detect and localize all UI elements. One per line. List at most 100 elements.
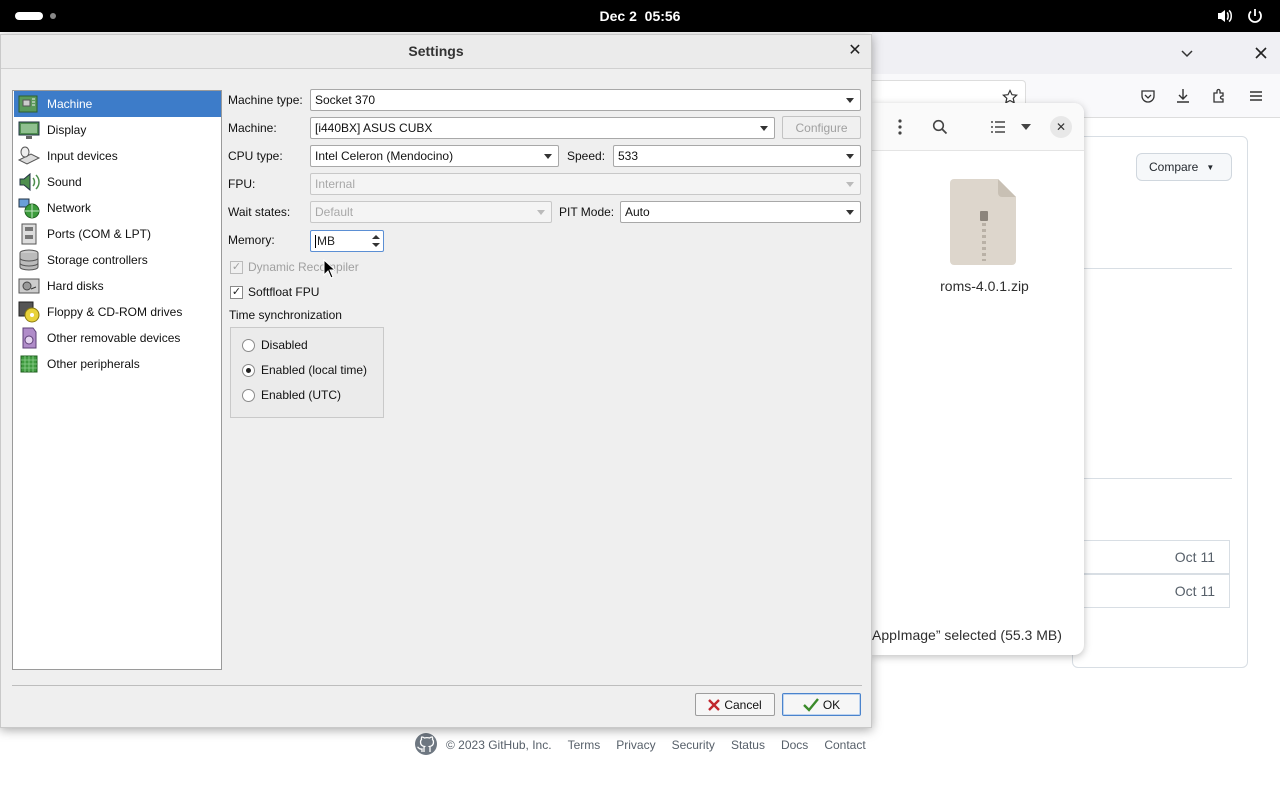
downloads-icon[interactable] — [1173, 86, 1193, 106]
cpu-type-label: CPU type: — [228, 149, 283, 163]
file-name: roms-4.0.1.zip — [940, 278, 1029, 294]
radio-enabled-utc[interactable] — [242, 389, 255, 402]
wait-states-value: Default — [315, 205, 354, 219]
memory-value: MB — [317, 234, 335, 248]
wait-states-select[interactable]: Default — [310, 201, 552, 223]
wait-states-label: Wait states: — [228, 205, 291, 219]
file-chooser-header: ✕ — [872, 103, 1084, 151]
configure-button[interactable]: Configure — [782, 116, 861, 139]
github-logo-icon[interactable] — [414, 732, 438, 759]
footer-link-docs[interactable]: Docs — [781, 738, 808, 752]
compare-button[interactable]: Compare ▼ — [1136, 153, 1232, 181]
radio-label: Disabled — [261, 338, 308, 352]
machine-label: Machine: — [228, 121, 277, 135]
more-options-icon[interactable] — [890, 117, 910, 137]
footer-link-privacy[interactable]: Privacy — [616, 738, 655, 752]
hard-disk-icon — [18, 278, 40, 294]
volume-icon[interactable] — [1216, 7, 1234, 25]
search-icon[interactable] — [930, 117, 950, 137]
dynamic-recompiler-checkbox[interactable]: ✓ — [230, 261, 243, 274]
nav-item-machine[interactable]: Machine — [14, 91, 221, 117]
nav-item-hard-disks[interactable]: Hard disks — [14, 273, 221, 299]
clock-time: 05:56 — [644, 8, 681, 24]
floppy-cdrom-icon — [18, 301, 40, 323]
settings-dialog: Settings ✕ Machine Display Input devices… — [0, 34, 872, 728]
chevron-down-icon[interactable] — [1016, 117, 1036, 137]
footer-link-terms[interactable]: Terms — [568, 738, 601, 752]
radio-disabled[interactable] — [242, 339, 255, 352]
file-chooser-dialog: ✕ roms-4.0.1.zip AppImage” selected (55.… — [872, 103, 1084, 655]
pocket-icon[interactable] — [1138, 86, 1158, 106]
selection-status: AppImage” selected (55.3 MB) — [872, 627, 1062, 643]
divider — [1082, 478, 1232, 479]
radio-label: Enabled (local time) — [261, 363, 368, 377]
compare-label: Compare — [1149, 160, 1199, 174]
nav-label: Network — [47, 201, 92, 215]
pit-mode-value: Auto — [625, 205, 650, 219]
asset-row[interactable]: Oct 11 — [1080, 540, 1230, 574]
nav-item-storage-controllers[interactable]: Storage controllers — [14, 247, 221, 273]
close-icon[interactable]: ✕ — [1050, 116, 1072, 138]
zip-file-icon[interactable] — [950, 179, 1018, 265]
keyboard-mouse-icon — [17, 146, 41, 165]
ports-icon — [21, 223, 37, 245]
close-icon[interactable]: ✕ — [845, 41, 865, 61]
nav-label: Display — [47, 123, 87, 137]
speed-select[interactable]: 533 — [613, 145, 861, 167]
fpu-value: Internal — [315, 177, 356, 191]
list-view-icon[interactable] — [988, 117, 1008, 137]
footer-link-status[interactable]: Status — [731, 738, 765, 752]
nav-label: Ports (COM & LPT) — [47, 227, 152, 241]
nav-item-ports[interactable]: Ports (COM & LPT) — [14, 221, 221, 247]
chevron-down-icon — [544, 154, 552, 159]
page-footer: © 2023 GitHub, Inc. Terms Privacy Securi… — [414, 732, 866, 759]
dialog-title-bar[interactable]: Settings ✕ — [1, 35, 871, 69]
clock[interactable]: Dec 2 05:56 — [0, 8, 1280, 24]
radio-enabled-local-time[interactable] — [242, 364, 255, 377]
machine-value: [i440BX] ASUS CUBX — [315, 121, 433, 135]
chevron-down-icon — [846, 154, 854, 159]
memory-spinbox[interactable]: MB — [310, 230, 384, 252]
extensions-icon[interactable] — [1209, 86, 1229, 106]
machine-type-select[interactable]: Socket 370 — [310, 89, 861, 111]
fpu-select[interactable]: Internal — [310, 173, 861, 195]
asset-row[interactable]: Oct 11 — [1080, 574, 1230, 608]
nav-label: Other removable devices — [47, 331, 181, 345]
nav-item-input-devices[interactable]: Input devices — [14, 143, 221, 169]
power-icon[interactable] — [1246, 7, 1264, 25]
spin-up-icon[interactable] — [372, 235, 380, 239]
footer-link-contact[interactable]: Contact — [824, 738, 865, 752]
spin-arrows[interactable] — [370, 232, 382, 250]
nav-item-floppy-cdrom[interactable]: Floppy & CD-ROM drives — [14, 299, 221, 325]
asset-date: Oct 11 — [1174, 583, 1215, 599]
machine-select[interactable]: [i440BX] ASUS CUBX — [310, 117, 775, 139]
pit-mode-select[interactable]: Auto — [620, 201, 861, 223]
nav-item-display[interactable]: Display — [14, 117, 221, 143]
cpu-type-select[interactable]: Intel Celeron (Mendocino) — [310, 145, 559, 167]
menu-hamburger-icon[interactable] — [1246, 86, 1266, 106]
close-window-icon[interactable] — [1252, 44, 1270, 62]
nav-label: Hard disks — [47, 279, 104, 293]
spin-down-icon[interactable] — [372, 243, 380, 247]
softfloat-checkbox[interactable]: ✓ — [230, 286, 243, 299]
ok-button[interactable]: OK — [782, 693, 861, 716]
nav-label: Floppy & CD-ROM drives — [47, 305, 183, 319]
browser-tab-bar — [872, 32, 1280, 74]
machine-type-label: Machine type: — [228, 93, 303, 107]
chevron-down-icon — [846, 98, 854, 103]
nav-item-network[interactable]: Network — [14, 195, 221, 221]
nav-item-other-peripherals[interactable]: Other peripherals — [14, 351, 221, 377]
configure-label: Configure — [795, 120, 848, 135]
storage-controller-icon — [19, 249, 39, 271]
list-all-tabs-icon[interactable] — [1178, 44, 1196, 62]
nav-item-sound[interactable]: Sound — [14, 169, 221, 195]
divider — [1082, 268, 1232, 269]
asset-date: Oct 11 — [1174, 549, 1215, 565]
cancel-button[interactable]: Cancel — [695, 693, 775, 716]
copyright-text: © 2023 GitHub, Inc. — [446, 738, 552, 752]
system-tray[interactable] — [1216, 7, 1264, 25]
footer-link-security[interactable]: Security — [672, 738, 715, 752]
display-icon — [18, 121, 40, 139]
nav-item-other-removable-devices[interactable]: Other removable devices — [14, 325, 221, 351]
text-cursor — [315, 234, 316, 248]
